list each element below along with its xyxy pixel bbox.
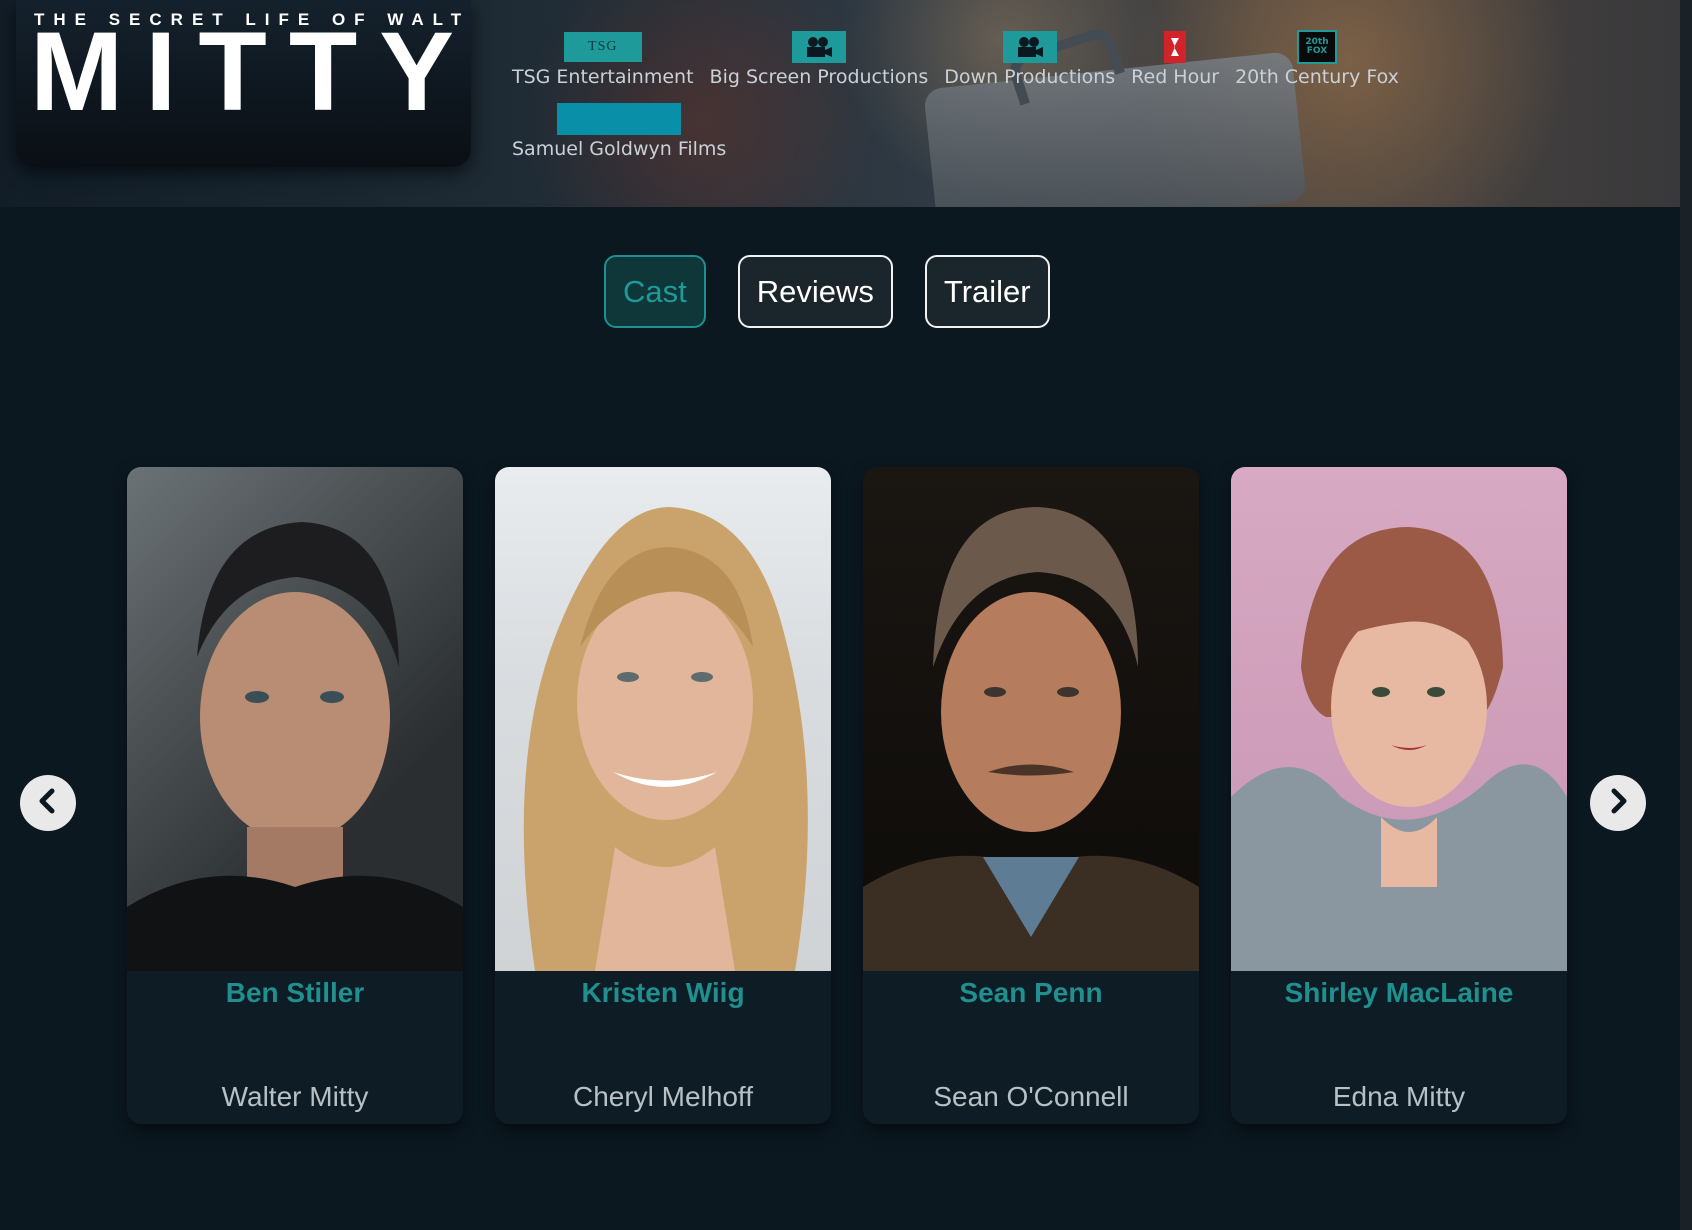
actor-photo — [495, 467, 831, 971]
company-tsg-entertainment[interactable]: TSG TSG Entertainment — [512, 30, 694, 88]
film-camera-icon — [791, 30, 846, 64]
company-name: TSG Entertainment — [512, 66, 694, 88]
poster-title: MITTY — [30, 9, 471, 134]
carousel-prev-button[interactable] — [20, 775, 76, 831]
tab-reviews[interactable]: Reviews — [737, 255, 893, 328]
actor-name: Sean Penn — [959, 977, 1103, 1008]
company-down-productions[interactable]: Down Productions — [944, 30, 1115, 88]
actor-name: Shirley MacLaine — [1284, 977, 1514, 1008]
actor-photo — [127, 467, 463, 971]
company-name: Samuel Goldwyn Films — [512, 138, 727, 160]
carousel-next-button[interactable] — [1590, 775, 1646, 831]
cast-card[interactable]: Shirley MacLaine Edna Mitty — [1231, 467, 1567, 1124]
cast-card[interactable]: Sean Penn Sean O'Connell — [863, 467, 1199, 1124]
character-name: Cheryl Melhoff — [572, 1081, 753, 1112]
company-name: Red Hour — [1131, 66, 1220, 88]
actor-photo — [863, 467, 1199, 971]
page-scrollbar[interactable] — [1680, 0, 1692, 1230]
company-name: Big Screen Productions — [709, 66, 929, 88]
company-name: Down Productions — [944, 66, 1116, 88]
red-hour-logo — [1164, 30, 1187, 64]
cast-card-list: Ben Stiller Walter Mitty Kristen Wiig Ch… — [127, 467, 1567, 1124]
section-tabs: Cast Reviews Trailer — [604, 255, 1050, 328]
character-name: Sean O'Connell — [933, 1081, 1129, 1112]
actor-name: Kristen Wiig — [581, 977, 745, 1008]
chevron-left-icon — [34, 787, 62, 819]
tab-trailer[interactable]: Trailer — [924, 255, 1050, 328]
actor-photo — [1231, 467, 1567, 971]
character-name: Edna Mitty — [1332, 1081, 1466, 1112]
sgf-logo — [557, 102, 682, 136]
production-companies: TSG TSG Entertainment Big Screen Product… — [512, 30, 1472, 160]
company-name: 20th Century Fox — [1235, 66, 1399, 88]
cast-card[interactable]: Ben Stiller Walter Mitty — [127, 467, 463, 1124]
company-red-hour[interactable]: Red Hour — [1131, 30, 1219, 88]
tsg-logo: TSG — [563, 30, 642, 64]
company-samuel-goldwyn-films[interactable]: Samuel Goldwyn Films — [512, 102, 726, 160]
company-big-screen-productions[interactable]: Big Screen Productions — [709, 30, 929, 88]
character-name: Walter Mitty — [221, 1081, 369, 1112]
cast-carousel: Ben Stiller Walter Mitty Kristen Wiig Ch… — [0, 467, 1680, 1127]
movie-title-poster: THE SECRET LIFE OF WALTER MITTY — [16, 0, 471, 167]
fox-logo: 20th FOX — [1297, 30, 1337, 64]
chevron-right-icon — [1604, 787, 1632, 819]
cast-card[interactable]: Kristen Wiig Cheryl Melhoff — [495, 467, 831, 1124]
tab-cast[interactable]: Cast — [604, 255, 706, 328]
film-camera-icon — [1002, 30, 1057, 64]
company-20th-century-fox[interactable]: 20th FOX 20th Century Fox — [1235, 30, 1399, 88]
actor-name: Ben Stiller — [225, 977, 365, 1008]
